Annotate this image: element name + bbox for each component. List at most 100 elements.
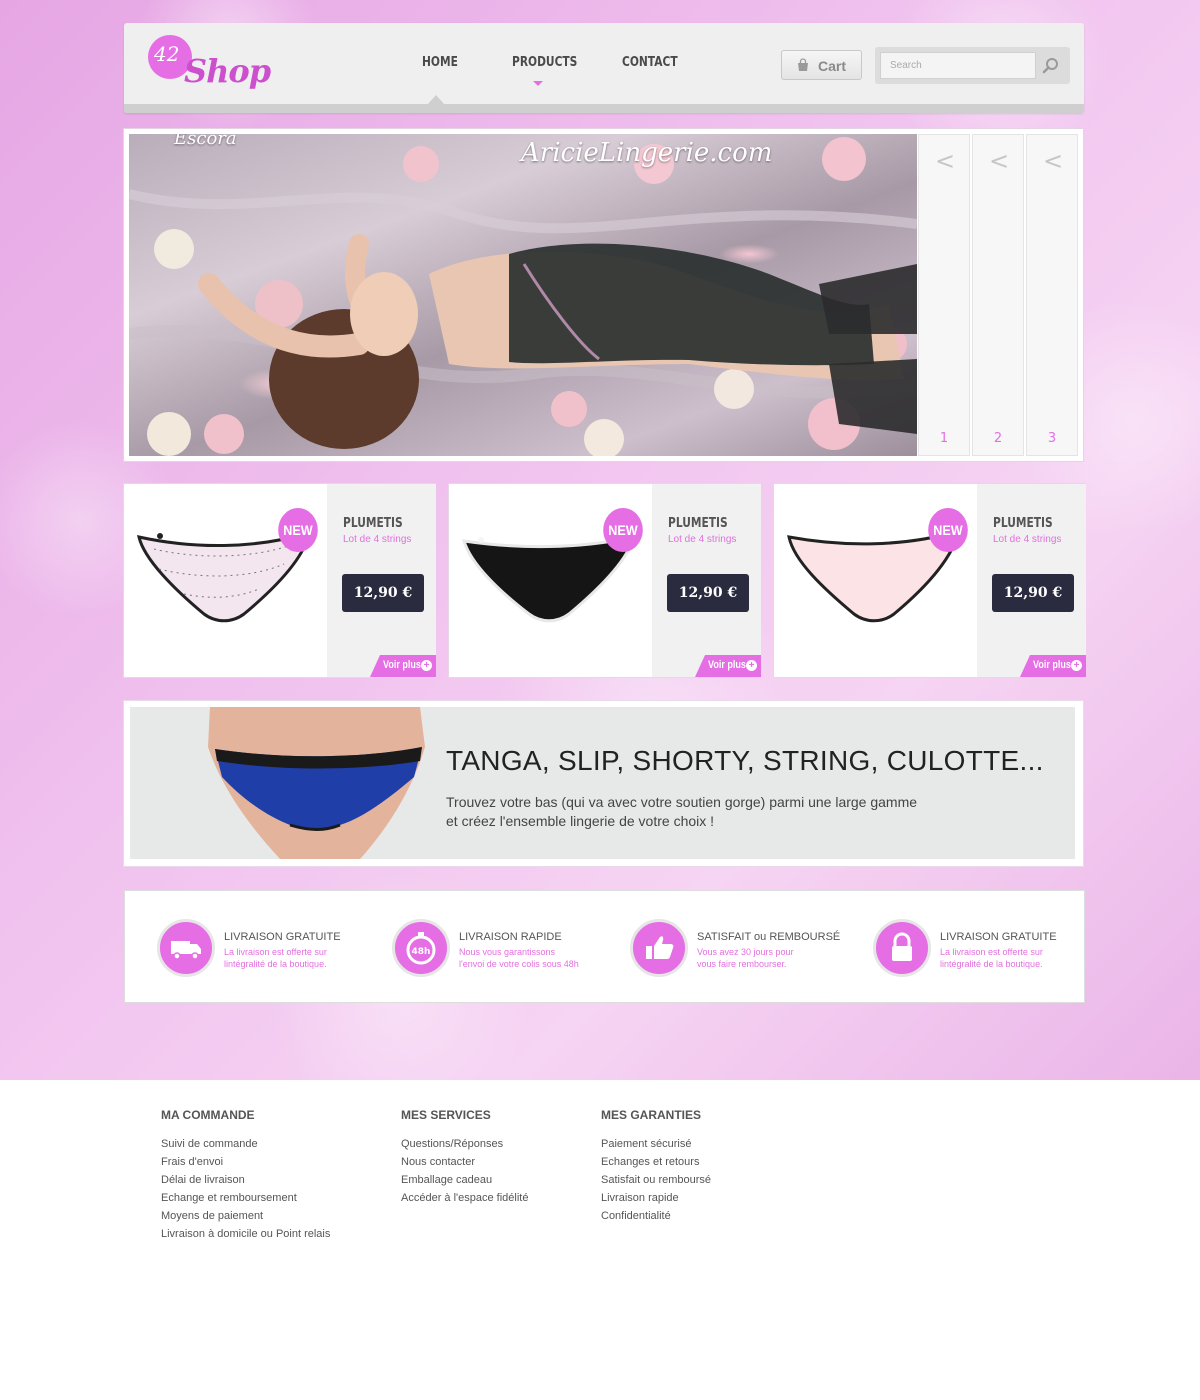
search-input[interactable] (880, 52, 1036, 79)
feature-title: SATISFAIT ou REMBOURSÉ (697, 931, 841, 943)
feature-title: LIVRAISON GRATUITE (224, 931, 341, 943)
feature-item: LIVRAISON GRATUITE La livraison est offe… (157, 919, 387, 979)
footer-link[interactable]: Livraison rapide (601, 1189, 821, 1207)
footer-column-title: MES SERVICES (401, 1108, 491, 1122)
slider-thumb-3[interactable]: < 3 (1026, 134, 1078, 456)
lock-icon (873, 919, 931, 977)
voir-plus-button[interactable]: Voir plus + (370, 655, 436, 677)
footer-link[interactable]: Echange et remboursement (161, 1189, 381, 1207)
feature-desc-line: lintégralité de la boutique. (224, 959, 327, 969)
product-price: 12,90 € (992, 574, 1074, 612)
footer-link[interactable]: Accéder à l'espace fidélité (401, 1189, 621, 1207)
footer-column-title: MES GARANTIES (601, 1108, 702, 1122)
footer-column-mes-services: MES SERVICES Questions/Réponses Nous con… (401, 1108, 621, 1207)
banner-text-line: Trouvez votre bas (qui va avec votre sou… (446, 794, 918, 810)
product-subtitle: Lot de 4 strings (343, 534, 412, 545)
product-name: PLUMETIS (993, 516, 1053, 531)
footer-link[interactable]: Moyens de paiement (161, 1207, 381, 1225)
nav-products[interactable]: PRODUCTS (512, 55, 577, 70)
nav-contact[interactable]: CONTACT (622, 55, 678, 70)
product-subtitle: Lot de 4 strings (993, 534, 1062, 545)
voir-plus-button[interactable]: Voir plus + (695, 655, 761, 677)
footer-link[interactable]: Suivi de commande (161, 1135, 381, 1153)
feature-title: LIVRAISON RAPIDE (459, 931, 562, 943)
new-badge: NEW (278, 508, 318, 552)
plus-icon: + (746, 660, 757, 671)
feature-desc-line: Vous avez 30 jours pour (697, 947, 794, 957)
product-subtitle: Lot de 4 strings (668, 534, 737, 545)
timer-48h-icon: 48h (392, 919, 450, 977)
lingerie-model-illustration (129, 137, 917, 456)
footer-link[interactable]: Confidentialité (601, 1207, 821, 1225)
voir-plus-label: Voir plus (708, 659, 746, 671)
footer-link[interactable]: Satisfait ou remboursé (601, 1171, 821, 1189)
plus-icon: + (421, 660, 432, 671)
header: 42 Shop HOME PRODUCTS CONTACT Cart (124, 23, 1084, 113)
search-icon[interactable] (1040, 55, 1062, 77)
product-price: 12,90 € (342, 574, 424, 612)
logo[interactable]: 42 Shop (146, 35, 276, 99)
new-badge: NEW (603, 508, 643, 552)
footer-link[interactable]: Nous contacter (401, 1153, 621, 1171)
cart-button[interactable]: Cart (781, 50, 862, 80)
slide-watermark-text: AricieLingerie.com (521, 138, 773, 168)
feature-description: Nous vous garantissons l'envoi de votre … (459, 946, 579, 970)
banner-text: Trouvez votre bas (qui va avec votre sou… (446, 793, 917, 831)
feature-title: LIVRAISON GRATUITE (940, 931, 1057, 943)
footer-link[interactable]: Emballage cadeau (401, 1171, 621, 1189)
hero-slider: Escora AricieLingerie.com < 1 < 2 < 3 (123, 128, 1084, 462)
footer-link[interactable]: Délai de livraison (161, 1171, 381, 1189)
banner-title: TANGA, SLIP, SHORTY, STRING, CULOTTE... (446, 745, 1044, 776)
footer-link[interactable]: Echanges et retours (601, 1153, 821, 1171)
product-name: PLUMETIS (668, 516, 728, 531)
footer-link[interactable]: Paiement sécurisé (601, 1135, 821, 1153)
search-box (875, 47, 1070, 84)
chevron-left-icon: < (1043, 147, 1064, 175)
chevron-left-icon: < (989, 147, 1010, 175)
product-info-panel: PLUMETIS Lot de 4 strings 12,90 € Voir p… (652, 484, 761, 677)
banner-text-line: et créez l'ensemble lingerie de votre ch… (446, 813, 715, 829)
footer-link[interactable]: Livraison à domicile ou Point relais (161, 1225, 381, 1243)
product-price: 12,90 € (667, 574, 749, 612)
feature-desc-line: l'envoi de votre colis sous 48h (459, 959, 579, 969)
product-info-panel: PLUMETIS Lot de 4 strings 12,90 € Voir p… (327, 484, 436, 677)
header-bottom-bar (124, 104, 1084, 113)
slider-thumb-2[interactable]: < 2 (972, 134, 1024, 456)
promo-banner[interactable]: TANGA, SLIP, SHORTY, STRING, CULOTTE... … (123, 700, 1084, 867)
feature-desc-line: vous faire rembourser. (697, 959, 787, 969)
footer-link[interactable]: Frais d'envoi (161, 1153, 381, 1171)
footer-column-mes-garanties: MES GARANTIES Paiement sécurisé Echanges… (601, 1108, 821, 1225)
feature-desc-line: lintégralité de la boutique. (940, 959, 1043, 969)
shopping-bag-icon (798, 58, 808, 71)
product-card[interactable]: NEW PLUMETIS Lot de 4 strings 12,90 € Vo… (773, 483, 1086, 678)
active-nav-indicator (428, 95, 444, 104)
hero-slide-image[interactable]: Escora AricieLingerie.com (129, 134, 917, 456)
voir-plus-button[interactable]: Voir plus + (1020, 655, 1086, 677)
feature-desc-line: La livraison est offerte sur (224, 947, 327, 957)
slider-thumb-number: 1 (939, 431, 949, 446)
feature-description: La livraison est offerte sur lintégralit… (940, 946, 1043, 970)
product-card[interactable]: NEW PLUMETIS Lot de 4 strings 12,90 € Vo… (448, 483, 761, 678)
promo-banner-inner: TANGA, SLIP, SHORTY, STRING, CULOTTE... … (130, 707, 1075, 859)
product-info-panel: PLUMETIS Lot de 4 strings 12,90 € Voir p… (977, 484, 1086, 677)
chevron-left-icon: < (935, 147, 956, 175)
feature-item: SATISFAIT ou REMBOURSÉ Vous avez 30 jour… (630, 919, 860, 979)
nav-home[interactable]: HOME (422, 55, 458, 70)
slide-brand-text: Escora (174, 134, 237, 149)
slider-thumb-1[interactable]: < 1 (918, 134, 970, 456)
timer-label: 48h (412, 947, 431, 957)
logo-name: Shop (184, 52, 271, 90)
feature-desc-line: Nous vous garantissons (459, 947, 556, 957)
product-card[interactable]: NEW PLUMETIS Lot de 4 strings 12,90 € Vo… (123, 483, 436, 678)
footer-link[interactable]: Questions/Réponses (401, 1135, 621, 1153)
footer: MA COMMANDE Suivi de commande Frais d'en… (0, 1080, 1200, 1400)
chevron-down-icon (533, 81, 543, 86)
footer-column-ma-commande: MA COMMANDE Suivi de commande Frais d'en… (161, 1108, 381, 1243)
cart-label: Cart (818, 58, 847, 74)
new-badge: NEW (928, 508, 968, 552)
slider-thumb-number: 2 (993, 431, 1003, 446)
feature-description: Vous avez 30 jours pour vous faire rembo… (697, 946, 794, 970)
feature-desc-line: La livraison est offerte sur (940, 947, 1043, 957)
logo-number: 42 (154, 42, 180, 66)
feature-item: 48h LIVRAISON RAPIDE Nous vous garantiss… (392, 919, 622, 979)
